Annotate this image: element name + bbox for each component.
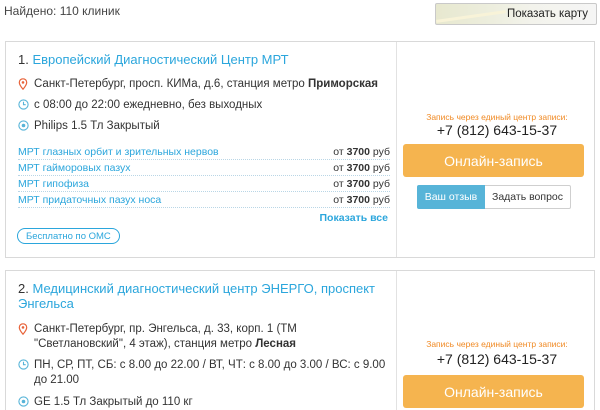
clinic-name-link[interactable]: Медицинский диагностический центр ЭНЕРГО… <box>18 281 375 311</box>
clinic-hours: с 08:00 до 22:00 ежедневно, без выходных <box>18 98 262 113</box>
clinic-equipment: Philips 1.5 Тл Закрытый <box>18 119 160 134</box>
clinic-title: 1. Европейский Диагностический Центр МРТ <box>18 52 390 67</box>
equipment-icon <box>18 395 34 407</box>
map-pin-icon <box>18 322 34 335</box>
phone-number[interactable]: +7 (812) 643-15-37 <box>397 122 597 138</box>
oms-badge[interactable]: Бесплатно по ОМС <box>17 228 120 244</box>
phone-number[interactable]: +7 (812) 643-15-37 <box>397 351 597 367</box>
equipment-text: Philips 1.5 Тл Закрытый <box>34 120 160 132</box>
booking-note: Запись через единый центр записи: <box>426 339 568 349</box>
clinic-card: 1. Европейский Диагностический Центр МРТ… <box>5 41 595 258</box>
ask-question-button[interactable]: Задать вопрос <box>485 185 571 209</box>
online-booking-button[interactable]: Онлайн-запись <box>403 144 584 177</box>
service-price: от 3700 руб <box>333 194 390 206</box>
results-count: Найдено: 110 клиник <box>4 4 120 18</box>
metro-station: Приморская <box>307 78 378 90</box>
show-all-link[interactable]: Показать все <box>320 212 389 224</box>
clinic-hours: ПН, СР, ПТ, СБ: с 8.00 до 22.00 / ВТ, ЧТ… <box>18 358 388 388</box>
address-text: Санкт-Петербург, просп. КИМа, д.6, станц… <box>34 78 308 90</box>
equipment-text: GE 1.5 Тл Закрытый до 110 кг <box>34 396 193 408</box>
equipment-icon <box>18 119 34 131</box>
clock-icon <box>18 358 34 370</box>
service-row: МРТ гайморовых пазух от 3700 руб <box>18 160 390 176</box>
review-button[interactable]: Ваш отзыв <box>417 185 485 209</box>
clinic-address: Санкт-Петербург, просп. КИМа, д.6, станц… <box>18 77 378 92</box>
service-row: МРТ придаточных пазух носа от 3700 руб <box>18 192 390 208</box>
map-thumbnail-road <box>436 10 506 23</box>
booking-note: Запись через единый центр записи: <box>426 112 568 122</box>
service-link[interactable]: МРТ гайморовых пазух <box>18 162 131 174</box>
service-price: от 3700 руб <box>333 146 390 158</box>
booking-panel: Запись через единый центр записи: +7 (81… <box>396 42 596 257</box>
clock-icon <box>18 98 34 110</box>
clinic-info: 2. Медицинский диагностический центр ЭНЕ… <box>6 271 396 410</box>
online-booking-button[interactable]: Онлайн-запись <box>403 375 584 408</box>
show-map-label: Показать карту <box>506 8 588 20</box>
clinic-address: Санкт-Петербург, пр. Энгельса, д. 33, ко… <box>18 322 388 352</box>
service-link[interactable]: МРТ гипофиза <box>18 178 89 190</box>
metro-station: Лесная <box>255 338 296 350</box>
service-price: от 3700 руб <box>333 162 390 174</box>
service-link[interactable]: МРТ придаточных пазух носа <box>18 194 161 206</box>
clinic-number: 1. <box>18 52 29 67</box>
clinic-title: 2. Медицинский диагностический центр ЭНЕ… <box>18 281 390 311</box>
booking-panel: Запись через единый центр записи: +7 (81… <box>396 271 596 410</box>
service-price: от 3700 руб <box>333 178 390 190</box>
clinic-equipment: GE 1.5 Тл Закрытый до 110 кг <box>18 395 193 410</box>
service-link[interactable]: МРТ глазных орбит и зрительных нервов <box>18 146 219 158</box>
clinic-info: 1. Европейский Диагностический Центр МРТ… <box>6 42 396 257</box>
clinic-name-link[interactable]: Европейский Диагностический Центр МРТ <box>32 52 288 67</box>
service-row: МРТ глазных орбит и зрительных нервов от… <box>18 144 390 160</box>
service-row: МРТ гипофиза от 3700 руб <box>18 176 390 192</box>
hours-text: с 08:00 до 22:00 ежедневно, без выходных <box>34 99 263 111</box>
card-actions: Ваш отзыв Задать вопрос <box>417 185 571 209</box>
show-map-button[interactable]: Показать карту <box>435 3 597 25</box>
clinic-card: 2. Медицинский диагностический центр ЭНЕ… <box>5 270 595 410</box>
clinic-number: 2. <box>18 281 29 296</box>
hours-text: ПН, СР, ПТ, СБ: с 8.00 до 22.00 / ВТ, ЧТ… <box>34 359 386 386</box>
map-pin-icon <box>18 77 34 90</box>
